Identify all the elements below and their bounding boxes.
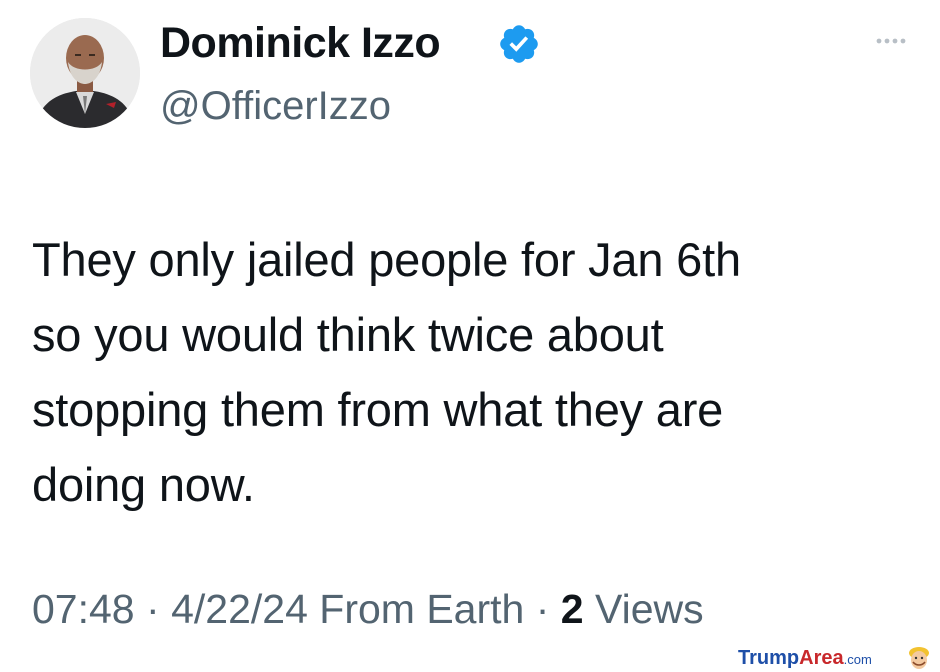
avatar[interactable]: [30, 18, 140, 128]
tweet-card: Dominick Izzo @OfficerIzzo They only jai…: [0, 0, 940, 671]
verified-badge-icon: [500, 25, 538, 63]
user-handle[interactable]: @OfficerIzzo: [160, 82, 391, 130]
tweet-source: From Earth: [319, 586, 525, 632]
more-options-icon[interactable]: [874, 36, 908, 46]
watermark-part-1: Trump: [738, 647, 800, 669]
tweet-time[interactable]: 07:48: [32, 586, 135, 632]
tweet-text: They only jailed people for Jan 6th so y…: [32, 233, 741, 511]
display-name[interactable]: Dominick Izzo: [160, 17, 441, 69]
views-label: Views: [595, 586, 704, 632]
meta-separator: ·: [146, 586, 160, 632]
watermark-part-2: Area: [799, 647, 844, 669]
views-count[interactable]: 2: [561, 586, 584, 632]
avatar-image: [30, 18, 140, 128]
watermark-part-3: .com: [843, 652, 872, 667]
site-watermark: TrumpArea.com: [738, 646, 872, 672]
meta-separator: ·: [535, 586, 550, 632]
tweet-meta: 07:48 · 4/22/24 From Earth · 2 Views: [32, 583, 704, 635]
watermark-logo-icon: [909, 647, 929, 669]
tweet-date[interactable]: 4/22/24: [171, 586, 308, 632]
